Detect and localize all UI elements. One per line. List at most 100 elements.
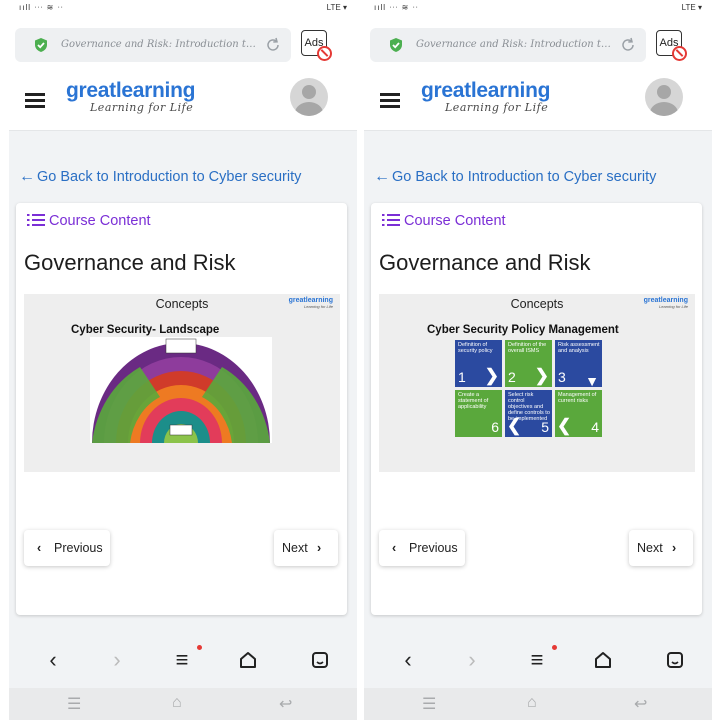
course-content-link[interactable]: Course Content bbox=[382, 213, 506, 229]
system-back-icon[interactable]: ↩ bbox=[634, 694, 647, 714]
slide-logo-tag: Learning for Life bbox=[304, 304, 333, 309]
status-bar: ııll ᐧᐧᐧ ≋ ᐧᐧ LTE ▾ bbox=[364, 0, 712, 16]
system-home-icon[interactable]: ⌂ bbox=[527, 694, 537, 712]
system-nav-bar: ☰ ⌂ ↩ bbox=[364, 688, 712, 720]
back-link-text: Go Back to Introduction to Cyber securit… bbox=[37, 169, 302, 185]
chevron-right-icon: ❯ bbox=[534, 366, 549, 385]
logo-brand: greatlearning bbox=[66, 79, 196, 102]
step-caption: Management of current risks bbox=[558, 392, 597, 404]
recents-icon[interactable]: ☰ bbox=[422, 694, 436, 714]
step-number: 6 bbox=[491, 419, 499, 435]
nav-back-chevron-icon[interactable]: ‹ bbox=[395, 647, 421, 673]
chevron-left-icon: ‹ bbox=[392, 541, 397, 555]
system-back-icon[interactable]: ↩ bbox=[279, 694, 292, 714]
hamburger-icon[interactable] bbox=[25, 93, 45, 108]
phone-screen-right: ııll ᐧᐧᐧ ≋ ᐧᐧ LTE ▾ Governance and Risk:… bbox=[364, 0, 712, 720]
slide-image: Concepts greatlearning Learning for Life… bbox=[24, 294, 340, 472]
course-content-link[interactable]: Course Content bbox=[27, 213, 151, 229]
screenshot-root: ııll ᐧᐧᐧ ≋ ᐧᐧ LTE ▾ Governance and Risk:… bbox=[0, 0, 720, 720]
slide-logo-tag: Learning for Life bbox=[659, 304, 688, 309]
system-nav-bar: ☰ ⌂ ↩ bbox=[9, 688, 357, 720]
policy-step-tile: Definition of security policy 1 ❯ bbox=[455, 340, 502, 387]
step-caption: Definition of security policy bbox=[458, 342, 493, 354]
policy-step-tile: Risk assessment and analysis 3 ▼ bbox=[555, 340, 602, 389]
back-link[interactable]: ← Go Back to Introduction to Cyber securi… bbox=[374, 168, 656, 186]
chevron-left-icon: ❮ bbox=[507, 416, 522, 435]
reload-icon[interactable] bbox=[263, 35, 283, 55]
step-number: 5 bbox=[541, 419, 549, 435]
list-icon bbox=[382, 214, 400, 226]
phone-screen-left: ııll ᐧᐧᐧ ≋ ᐧᐧ LTE ▾ Governance and Risk:… bbox=[9, 0, 357, 720]
next-button[interactable]: Next › bbox=[274, 530, 338, 566]
previous-label: Previous bbox=[409, 541, 458, 555]
home-icon[interactable] bbox=[590, 647, 616, 673]
status-left: ııll ᐧᐧᐧ ≋ ᐧᐧ bbox=[19, 3, 64, 12]
notification-dot bbox=[552, 645, 557, 650]
site-header: greatlearning Learning for Life bbox=[364, 68, 712, 131]
menu-icon[interactable]: ≡ bbox=[169, 647, 195, 673]
step-number: 4 bbox=[591, 419, 599, 435]
tabs-icon[interactable] bbox=[307, 647, 333, 673]
step-caption: Create a statement of applicability bbox=[458, 392, 489, 410]
course-content-label: Course Content bbox=[404, 213, 506, 229]
next-label: Next bbox=[637, 541, 663, 555]
browser-toolbar: Governance and Risk: Introduction to ...… bbox=[364, 16, 712, 68]
lesson-title: Governance and Risk bbox=[24, 250, 236, 275]
policy-step-tile: Management of current risks ❮ 4 bbox=[555, 390, 602, 437]
recents-icon[interactable]: ☰ bbox=[67, 694, 81, 714]
course-content-label: Course Content bbox=[49, 213, 151, 229]
address-bar[interactable]: Governance and Risk: Introduction to ... bbox=[370, 28, 646, 62]
avatar[interactable] bbox=[290, 78, 328, 116]
slide-subtitle: Cyber Security- Landscape bbox=[71, 324, 220, 336]
nav-forward-chevron-icon[interactable]: › bbox=[459, 647, 485, 673]
site-header: greatlearning Learning for Life bbox=[9, 68, 357, 131]
block-icon bbox=[317, 46, 332, 61]
tabs-icon[interactable] bbox=[662, 647, 688, 673]
block-icon bbox=[672, 46, 687, 61]
shield-check-icon bbox=[35, 38, 47, 52]
slide-logo-brand: greatlearning bbox=[643, 297, 688, 304]
chevron-left-icon: ‹ bbox=[37, 541, 42, 555]
menu-icon[interactable]: ≡ bbox=[524, 647, 550, 673]
notification-dot bbox=[197, 645, 202, 650]
home-icon[interactable] bbox=[235, 647, 261, 673]
hamburger-icon[interactable] bbox=[380, 93, 400, 108]
status-right: LTE ▾ bbox=[326, 3, 347, 12]
policy-step-tile: Select risk control objectives and defin… bbox=[505, 390, 552, 437]
previous-button[interactable]: ‹ Previous bbox=[24, 530, 110, 566]
chevron-right-icon: ❯ bbox=[484, 366, 499, 385]
avatar[interactable] bbox=[645, 78, 683, 116]
previous-button[interactable]: ‹ Previous bbox=[379, 530, 465, 566]
reload-icon[interactable] bbox=[618, 35, 638, 55]
greatlearning-logo[interactable]: greatlearning Learning for Life bbox=[66, 80, 216, 114]
logo-brand: greatlearning bbox=[421, 79, 551, 102]
ad-block-button[interactable]: Ads bbox=[656, 30, 687, 61]
slide-logo: greatlearning Learning for Life bbox=[289, 297, 333, 309]
url-text: Governance and Risk: Introduction to ... bbox=[416, 39, 612, 50]
status-left: ııll ᐧᐧᐧ ≋ ᐧᐧ bbox=[374, 3, 419, 12]
slide-logo: greatlearning Learning for Life bbox=[644, 297, 688, 309]
chevron-left-icon: ❮ bbox=[557, 416, 572, 435]
logo-tagline: Learning for Life bbox=[445, 101, 549, 114]
step-number: 2 bbox=[508, 369, 516, 385]
status-bar: ııll ᐧᐧᐧ ≋ ᐧᐧ LTE ▾ bbox=[9, 0, 357, 16]
next-button[interactable]: Next › bbox=[629, 530, 693, 566]
landscape-wheel-diagram bbox=[90, 337, 272, 443]
back-link[interactable]: ← Go Back to Introduction to Cyber securi… bbox=[19, 168, 301, 186]
step-number: 3 bbox=[558, 369, 566, 385]
list-icon bbox=[27, 214, 45, 226]
nav-back-chevron-icon[interactable]: ‹ bbox=[40, 647, 66, 673]
browser-toolbar: Governance and Risk: Introduction to ...… bbox=[9, 16, 357, 68]
slide-logo-brand: greatlearning bbox=[288, 297, 333, 304]
logo-tagline: Learning for Life bbox=[90, 101, 194, 114]
ad-block-button[interactable]: Ads bbox=[301, 30, 332, 61]
policy-step-tile: Create a statement of applicability 6 bbox=[455, 390, 502, 437]
nav-forward-chevron-icon[interactable]: › bbox=[104, 647, 130, 673]
greatlearning-logo[interactable]: greatlearning Learning for Life bbox=[421, 80, 571, 114]
browser-bottom-bar: ‹ › ≡ bbox=[364, 633, 712, 688]
address-bar[interactable]: Governance and Risk: Introduction to ... bbox=[15, 28, 291, 62]
slide-subtitle: Cyber Security Policy Management bbox=[427, 324, 619, 336]
status-right: LTE ▾ bbox=[681, 3, 702, 12]
system-home-icon[interactable]: ⌂ bbox=[172, 694, 182, 712]
lesson-title: Governance and Risk bbox=[379, 250, 591, 275]
